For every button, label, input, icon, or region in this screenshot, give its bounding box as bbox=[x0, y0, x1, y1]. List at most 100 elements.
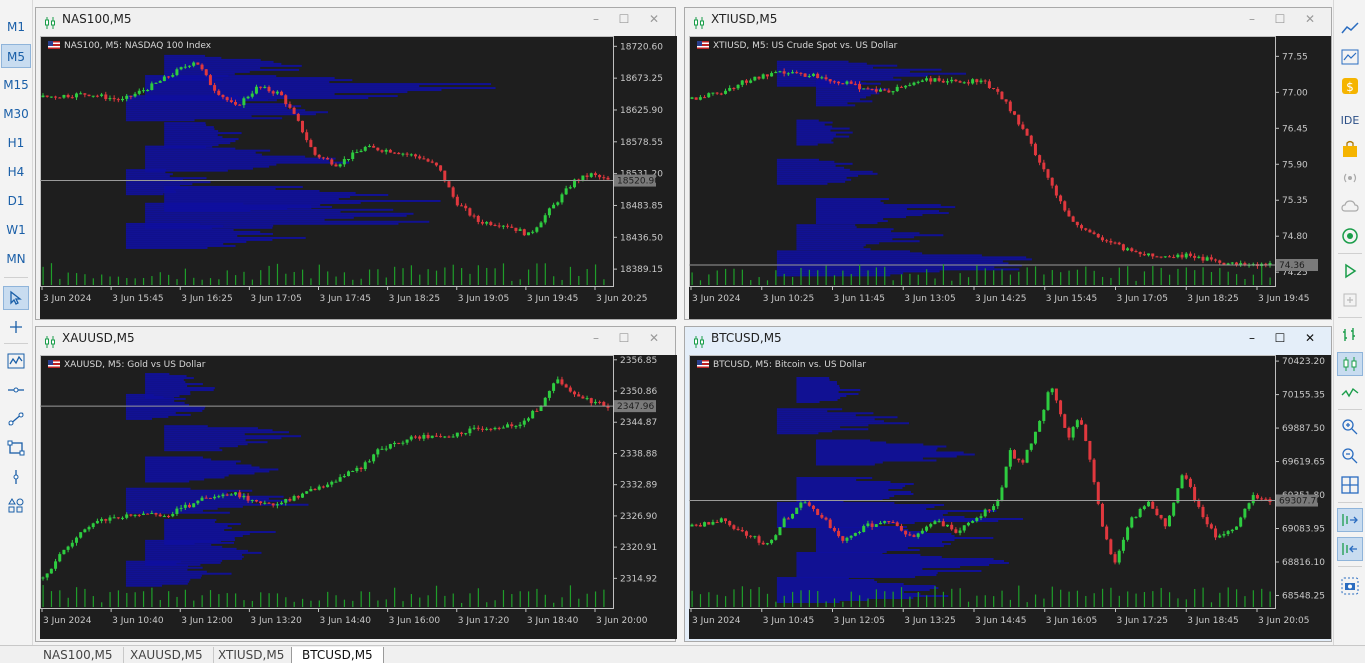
tab-xtiusd[interactable]: XTIUSD,M5 bbox=[208, 647, 296, 663]
timeframe-w1[interactable]: W1 bbox=[1, 218, 31, 242]
ide-button[interactable]: IDE bbox=[1337, 108, 1363, 132]
minimize-button[interactable]: – bbox=[587, 10, 605, 28]
timeframe-h4[interactable]: H4 bbox=[1, 160, 31, 184]
close-button[interactable]: ✕ bbox=[645, 10, 663, 28]
volume-bar bbox=[725, 596, 727, 607]
profile-bar bbox=[125, 111, 328, 114]
volume-bar bbox=[884, 591, 886, 607]
candle-body bbox=[1100, 503, 1104, 527]
candle-body bbox=[1260, 498, 1264, 500]
cloud-icon[interactable] bbox=[1337, 195, 1363, 219]
toolbar-divider bbox=[4, 277, 28, 278]
close-button[interactable]: ✕ bbox=[1301, 329, 1319, 347]
vertical-line-icon[interactable] bbox=[3, 465, 29, 489]
candle-body bbox=[451, 187, 455, 197]
chart-area[interactable]: 77.55 77.00 76.45 75.90 75.35 74.80 74.25 74.36… bbox=[689, 36, 1331, 319]
market-watch-icon[interactable] bbox=[1337, 45, 1363, 69]
volume-bar bbox=[942, 591, 945, 607]
minimize-button[interactable]: – bbox=[587, 329, 605, 347]
volume-bar bbox=[101, 274, 103, 285]
chart-area[interactable]: 18720.6018673.2518625.9018578.5518531.20… bbox=[40, 36, 677, 319]
candle-body bbox=[1080, 420, 1084, 425]
window-titlebar[interactable]: XAUUSD,M5 – ☐ ✕ bbox=[36, 327, 675, 349]
candle-body bbox=[1084, 424, 1088, 441]
timeframe-m15[interactable]: M15 bbox=[1, 73, 31, 97]
screenshot-icon[interactable] bbox=[1337, 574, 1363, 598]
price-chart[interactable]: 77.5577.0076.4575.9075.3574.8074.2574.36… bbox=[689, 36, 1331, 319]
tab-btcusd[interactable]: BTCUSD,M5 bbox=[291, 647, 384, 663]
zoom-out-icon[interactable] bbox=[1337, 444, 1363, 468]
price-chart[interactable]: 70423.2070155.3569887.5069619.6569351.80… bbox=[689, 355, 1331, 639]
timeframe-m30[interactable]: M30 bbox=[1, 102, 31, 126]
chart-window-xauusd[interactable]: XAUUSD,M5 – ☐ ✕ 2356.85 2350.86 2344.87 2338.88… bbox=[35, 326, 677, 642]
maximize-button[interactable]: ☐ bbox=[615, 329, 633, 347]
candlestick-icon[interactable] bbox=[1337, 352, 1363, 376]
crosshair-icon[interactable] bbox=[3, 315, 29, 339]
vps-icon[interactable] bbox=[1337, 224, 1363, 248]
candle-body bbox=[791, 513, 795, 519]
timeframe-m5[interactable]: M5 bbox=[1, 44, 31, 68]
timeframe-d1[interactable]: D1 bbox=[1, 189, 31, 213]
candle-body bbox=[393, 442, 397, 445]
timeframe-mn[interactable]: MN bbox=[1, 247, 31, 271]
shapes-icon[interactable] bbox=[3, 494, 29, 518]
candle-body bbox=[744, 531, 748, 536]
volume-bar bbox=[276, 593, 279, 607]
zoom-in-icon[interactable] bbox=[1337, 415, 1363, 439]
minimize-button[interactable]: – bbox=[1243, 329, 1261, 347]
zig-zag-icon[interactable] bbox=[3, 349, 29, 373]
chart-line-icon[interactable] bbox=[1337, 16, 1363, 40]
chart-window-nas100[interactable]: NAS100,M5 – ☐ ✕ 18720.60 18673.25 18625.90 1857… bbox=[35, 7, 677, 320]
profile-bar bbox=[776, 254, 982, 257]
candle-body bbox=[384, 448, 388, 450]
window-titlebar[interactable]: NAS100,M5 – ☐ ✕ bbox=[36, 8, 675, 30]
minimize-button[interactable]: – bbox=[1243, 10, 1261, 28]
new-order-icon[interactable] bbox=[1337, 288, 1363, 312]
play-icon[interactable] bbox=[1337, 259, 1363, 283]
cursor-icon[interactable] bbox=[3, 286, 29, 310]
chart-window-xtiusd[interactable]: XTIUSD,M5 – ☐ ✕ 77.55 77.00 76.45 75.90 75.35 74.… bbox=[684, 7, 1332, 320]
timeframe-m1[interactable]: M1 bbox=[1, 15, 31, 39]
horizontal-line-icon[interactable] bbox=[3, 378, 29, 402]
line-chart-icon[interactable] bbox=[1337, 381, 1363, 405]
close-button[interactable]: ✕ bbox=[1301, 10, 1319, 28]
maximize-button[interactable]: ☐ bbox=[615, 10, 633, 28]
timeframe-h1[interactable]: H1 bbox=[1, 131, 31, 155]
trendline-icon[interactable] bbox=[3, 407, 29, 431]
signal-icon[interactable] bbox=[1337, 166, 1363, 190]
price-chart[interactable]: 2356.85 2350.86 2344.87 2338.88 2332.89 2326.… bbox=[40, 355, 677, 639]
maximize-button[interactable]: ☐ bbox=[1271, 329, 1289, 347]
volume-bar bbox=[1001, 590, 1003, 607]
maximize-button[interactable]: ☐ bbox=[1271, 10, 1289, 28]
window-titlebar[interactable]: XTIUSD,M5 – ☐ ✕ bbox=[685, 8, 1331, 30]
candle-body bbox=[1243, 508, 1247, 518]
rectangle-icon[interactable] bbox=[3, 436, 29, 460]
candle-body bbox=[154, 513, 158, 515]
profile-bar bbox=[796, 576, 916, 578]
close-button[interactable]: ✕ bbox=[645, 329, 663, 347]
chart-area[interactable]: 70423.2070155.3569887.5069619.6569351.80… bbox=[689, 355, 1331, 639]
chart-area[interactable]: 2356.85 2350.86 2344.87 2338.88 2332.89 2326.… bbox=[40, 355, 677, 639]
candle-body bbox=[560, 379, 564, 385]
profile-bar bbox=[796, 139, 832, 142]
left-toolbar: M1 M5 M15 M30 H1 H4 D1 W1 MN bbox=[0, 0, 33, 645]
shopping-bag-icon[interactable] bbox=[1337, 137, 1363, 161]
chart-window-btcusd[interactable]: BTCUSD,M5 – ☐ ✕ 70423.20 70155.35 69887.50 6961… bbox=[684, 326, 1332, 642]
profile-bar bbox=[125, 495, 284, 498]
auto-scroll-icon[interactable] bbox=[1337, 508, 1363, 532]
candle-body bbox=[925, 526, 929, 531]
candle-body bbox=[397, 442, 401, 444]
price-chart[interactable]: 18720.6018673.2518625.9018578.5518531.20… bbox=[40, 36, 677, 319]
candle-body bbox=[187, 504, 191, 508]
chart-shift-icon[interactable] bbox=[1337, 537, 1363, 561]
dollar-icon[interactable]: $ bbox=[1337, 74, 1363, 98]
candle-body bbox=[485, 222, 489, 224]
profile-bar bbox=[145, 220, 430, 223]
grid-icon[interactable] bbox=[1337, 473, 1363, 497]
tab-xauusd[interactable]: XAUUSD,M5 bbox=[120, 647, 214, 663]
profile-bar bbox=[125, 582, 188, 585]
window-titlebar[interactable]: BTCUSD,M5 – ☐ ✕ bbox=[685, 327, 1331, 349]
bar-chart-icon[interactable] bbox=[1337, 323, 1363, 347]
candle-body bbox=[1155, 508, 1159, 516]
tab-nas100[interactable]: NAS100,M5 bbox=[33, 647, 124, 663]
